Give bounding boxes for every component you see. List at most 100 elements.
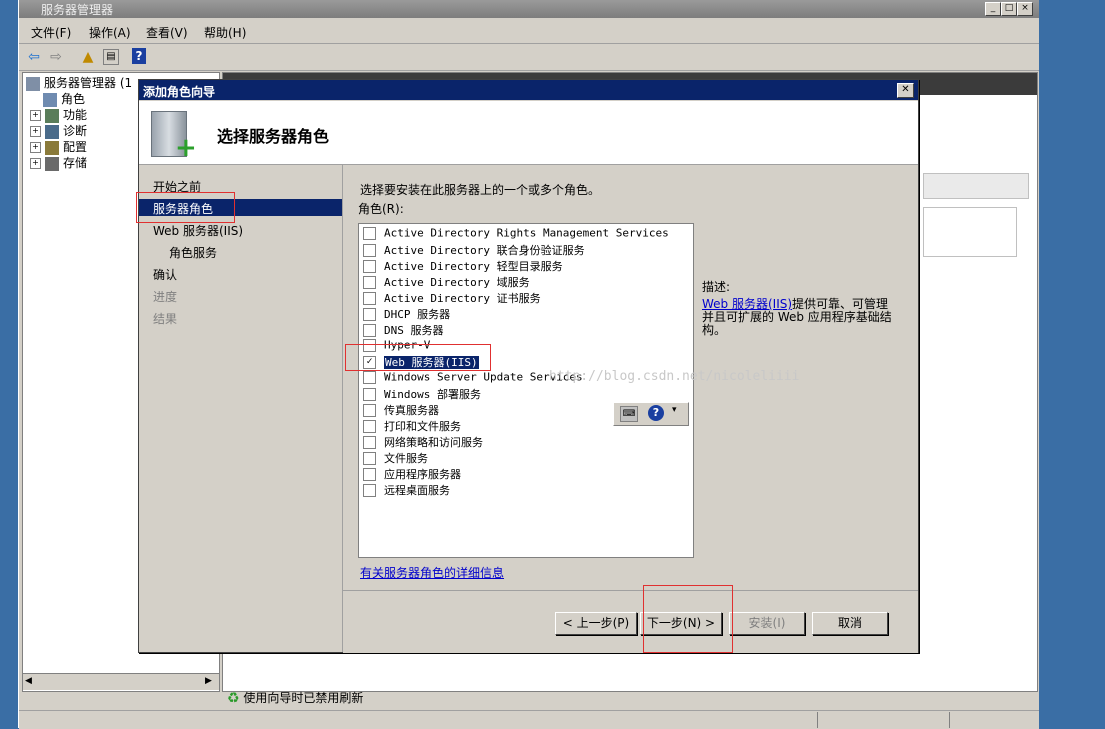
help-icon[interactable]: ? xyxy=(132,48,146,64)
maximize-button[interactable]: □ xyxy=(1001,2,1017,16)
role-checkbox[interactable] xyxy=(363,467,376,481)
role-item[interactable]: Active Directory 轻型目录服务 xyxy=(363,258,563,274)
refresh-status: ♻ 使用向导时已禁用刷新 xyxy=(227,690,364,707)
dialog-title: 添加角色向导 xyxy=(143,85,216,99)
step-confirmation[interactable]: 确认 xyxy=(153,266,177,283)
keyboard-icon[interactable]: ⌨ xyxy=(620,406,638,422)
add-roles-wizard-dialog: 添加角色向导 ✕ + 选择服务器角色 开始之前 服务器角色 Web 服务器(II… xyxy=(136,79,919,653)
step-results: 结果 xyxy=(153,312,178,326)
wizard-content: 选择要安装在此服务器上的一个或多个角色。 角色(R): Active Direc… xyxy=(343,165,918,590)
status-divider xyxy=(817,712,818,728)
role-checkbox[interactable] xyxy=(363,259,376,273)
page-heading: 选择服务器角色 xyxy=(217,127,330,146)
more-options-icon[interactable]: ▾ xyxy=(672,405,677,415)
tree-root-server-manager[interactable]: 服务器管理器 (1 xyxy=(26,74,132,91)
toolbar: ⇦ ⇨ ▲ ▤ ? xyxy=(19,44,1039,71)
menu-help[interactable]: 帮助(H) xyxy=(204,24,246,41)
role-checkbox[interactable] xyxy=(363,403,376,417)
role-item[interactable]: DNS 服务器 xyxy=(363,322,444,338)
details-section-header xyxy=(923,173,1029,199)
cancel-button[interactable]: 取消 xyxy=(812,612,888,635)
expand-icon[interactable]: + xyxy=(30,158,41,169)
role-item[interactable]: Active Directory Rights Management Servi… xyxy=(363,226,669,242)
description-link[interactable]: Web 服务器(IIS) xyxy=(702,297,792,311)
highlight-annotation-box xyxy=(643,585,733,653)
dialog-header: + 选择服务器角色 xyxy=(139,101,918,165)
dialog-titlebar: 添加角色向导 ✕ xyxy=(139,80,918,100)
role-checkbox[interactable] xyxy=(363,387,376,401)
status-divider xyxy=(949,712,950,728)
configuration-icon xyxy=(45,140,59,155)
storage-icon xyxy=(45,156,59,171)
back-button[interactable]: < 上一步(P) xyxy=(555,612,637,635)
refresh-icon: ♻ xyxy=(227,690,240,707)
forward-arrow-icon[interactable]: ⇨ xyxy=(47,48,65,66)
instruction-text: 选择要安装在此服务器上的一个或多个角色。 xyxy=(360,183,601,197)
role-checkbox[interactable] xyxy=(363,451,376,465)
role-checkbox[interactable] xyxy=(363,291,376,305)
description-text: Web 服务器(IIS)提供可靠、可管理并且可扩展的 Web 应用程序基础结构。 xyxy=(702,297,892,337)
tree-item-configuration[interactable]: + 配置 xyxy=(30,138,87,155)
highlight-annotation-box xyxy=(136,192,235,223)
role-checkbox[interactable] xyxy=(363,226,376,240)
role-checkbox[interactable] xyxy=(363,323,376,337)
tree-item-diagnostics[interactable]: + 诊断 xyxy=(30,122,87,139)
role-checkbox[interactable] xyxy=(363,370,376,384)
back-arrow-icon[interactable]: ⇦ xyxy=(25,48,43,66)
role-item[interactable]: 应用程序服务器 xyxy=(363,466,461,482)
role-item[interactable]: 文件服务 xyxy=(363,450,428,466)
role-item[interactable]: 打印和文件服务 xyxy=(363,418,461,434)
expand-icon[interactable]: + xyxy=(30,110,41,121)
more-info-link[interactable]: 有关服务器角色的详细信息 xyxy=(360,564,504,581)
show-hide-tree-icon[interactable]: ▤ xyxy=(103,49,119,65)
role-item[interactable]: 网络策略和访问服务 xyxy=(363,434,483,450)
roles-label: 角色(R): xyxy=(358,202,404,216)
status-bar xyxy=(19,710,1039,729)
role-checkbox[interactable] xyxy=(363,483,376,497)
wizard-steps: 开始之前 服务器角色 Web 服务器(IIS) 角色服务 确认 进度 结果 xyxy=(136,165,343,652)
help-icon[interactable]: ? xyxy=(648,405,664,421)
roles-list: Active Directory Rights Management Servi… xyxy=(358,223,799,558)
tree-item-storage[interactable]: + 存储 xyxy=(30,154,87,171)
horizontal-scrollbar[interactable]: ◀ ▶ xyxy=(23,673,219,690)
server-icon xyxy=(26,76,40,91)
role-checkbox[interactable] xyxy=(363,275,376,289)
description-label: 描述: xyxy=(702,280,731,294)
tree-item-roles[interactable]: 角色 xyxy=(43,90,85,107)
expand-icon[interactable]: + xyxy=(30,142,41,153)
role-checkbox[interactable] xyxy=(363,419,376,433)
role-item[interactable]: Active Directory 证书服务 xyxy=(363,290,541,306)
details-section-box xyxy=(923,207,1017,257)
menu-file[interactable]: 文件(F) xyxy=(31,24,71,41)
role-item[interactable]: 传真服务器 xyxy=(363,402,439,418)
role-item[interactable]: Active Directory 域服务 xyxy=(363,274,530,290)
tree-item-features[interactable]: + 功能 xyxy=(30,106,87,123)
role-item[interactable]: 远程桌面服务 xyxy=(363,482,450,498)
server-manager-title: 服务器管理器 xyxy=(41,3,114,17)
step-progress: 进度 xyxy=(153,290,178,304)
up-folder-icon[interactable]: ▲ xyxy=(79,48,97,66)
role-item[interactable]: Active Directory 联合身份验证服务 xyxy=(363,242,585,258)
add-plus-icon: + xyxy=(175,133,197,163)
roles-icon xyxy=(43,92,57,107)
expand-icon[interactable]: + xyxy=(30,126,41,137)
close-window-button[interactable]: × xyxy=(1017,2,1033,16)
scroll-right-icon[interactable]: ▶ xyxy=(205,676,212,686)
menu-action[interactable]: 操作(A) xyxy=(89,24,131,41)
step-web-server-iis[interactable]: Web 服务器(IIS) xyxy=(153,222,243,239)
features-icon xyxy=(45,108,59,123)
menu-bar: 文件(F) 操作(A) 查看(V) 帮助(H) xyxy=(19,19,1039,44)
menu-view[interactable]: 查看(V) xyxy=(146,24,188,41)
role-item[interactable]: Windows 部署服务 xyxy=(363,386,481,402)
highlight-annotation-box xyxy=(345,344,491,371)
role-item[interactable]: DHCP 服务器 xyxy=(363,306,450,322)
watermark-text: http://blog.csdn.net/nicoleliiii xyxy=(549,369,800,384)
role-checkbox[interactable] xyxy=(363,307,376,321)
step-role-services[interactable]: 角色服务 xyxy=(169,244,217,261)
scroll-left-icon[interactable]: ◀ xyxy=(25,676,32,686)
close-icon[interactable]: ✕ xyxy=(897,83,914,98)
minimize-button[interactable]: _ xyxy=(985,2,1001,16)
role-checkbox[interactable] xyxy=(363,435,376,449)
role-checkbox[interactable] xyxy=(363,243,376,257)
diagnostics-icon xyxy=(45,124,59,139)
